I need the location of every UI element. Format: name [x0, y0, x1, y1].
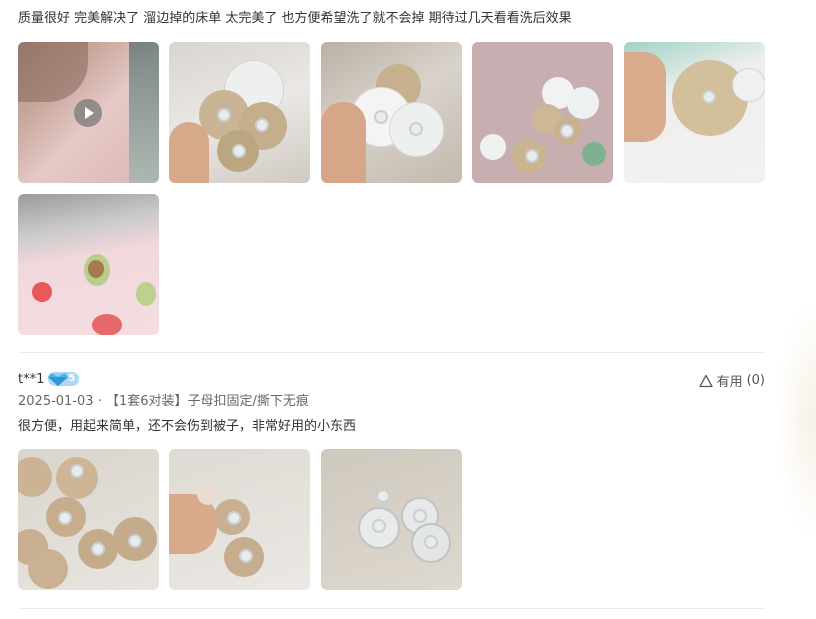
review-image-thumbnail[interactable]	[18, 194, 159, 335]
review-image-thumbnail[interactable]	[18, 449, 159, 590]
purchased-variant: 【1套6对装】子母扣固定/撕下无痕	[105, 394, 309, 409]
review-image-thumbnail[interactable]	[624, 42, 765, 183]
meta-separator: ·	[97, 394, 102, 409]
thumbs-up-outline-icon	[698, 374, 713, 387]
page-edge-glow	[776, 300, 816, 540]
review-video-thumbnail[interactable]	[18, 42, 159, 183]
review-meta: 2025-01-03 · 【1套6对装】子母扣固定/撕下无痕	[18, 390, 309, 409]
review-image-thumbnail[interactable]	[321, 449, 462, 590]
review-divider	[18, 608, 766, 609]
vip-badge: 5	[48, 372, 80, 386]
review-user-row: t**1 5	[18, 370, 80, 388]
play-icon[interactable]	[74, 99, 102, 127]
useful-count: (0)	[746, 373, 765, 388]
reviewer-name: t**1	[18, 371, 45, 387]
review-text: 很方便，用起来简单，还不会伤到被子，非常好用的小东西	[18, 419, 357, 434]
useful-button[interactable]: 有用 (0)	[698, 371, 765, 390]
review-date: 2025-01-03	[18, 394, 94, 409]
review-text: 质量很好 完美解决了 溜边掉的床单 太完美了 也方便希望洗了就不会掉 期待过几天…	[18, 11, 572, 26]
diamond-icon	[48, 372, 69, 386]
review-image-thumbnail[interactable]	[169, 449, 310, 590]
review-image-thumbnail[interactable]	[169, 42, 310, 183]
review-image-thumbnail[interactable]	[321, 42, 462, 183]
review-divider	[18, 352, 766, 353]
vip-level: 5	[68, 373, 76, 384]
useful-label: 有用	[716, 375, 743, 390]
review-image-thumbnail[interactable]	[472, 42, 613, 183]
